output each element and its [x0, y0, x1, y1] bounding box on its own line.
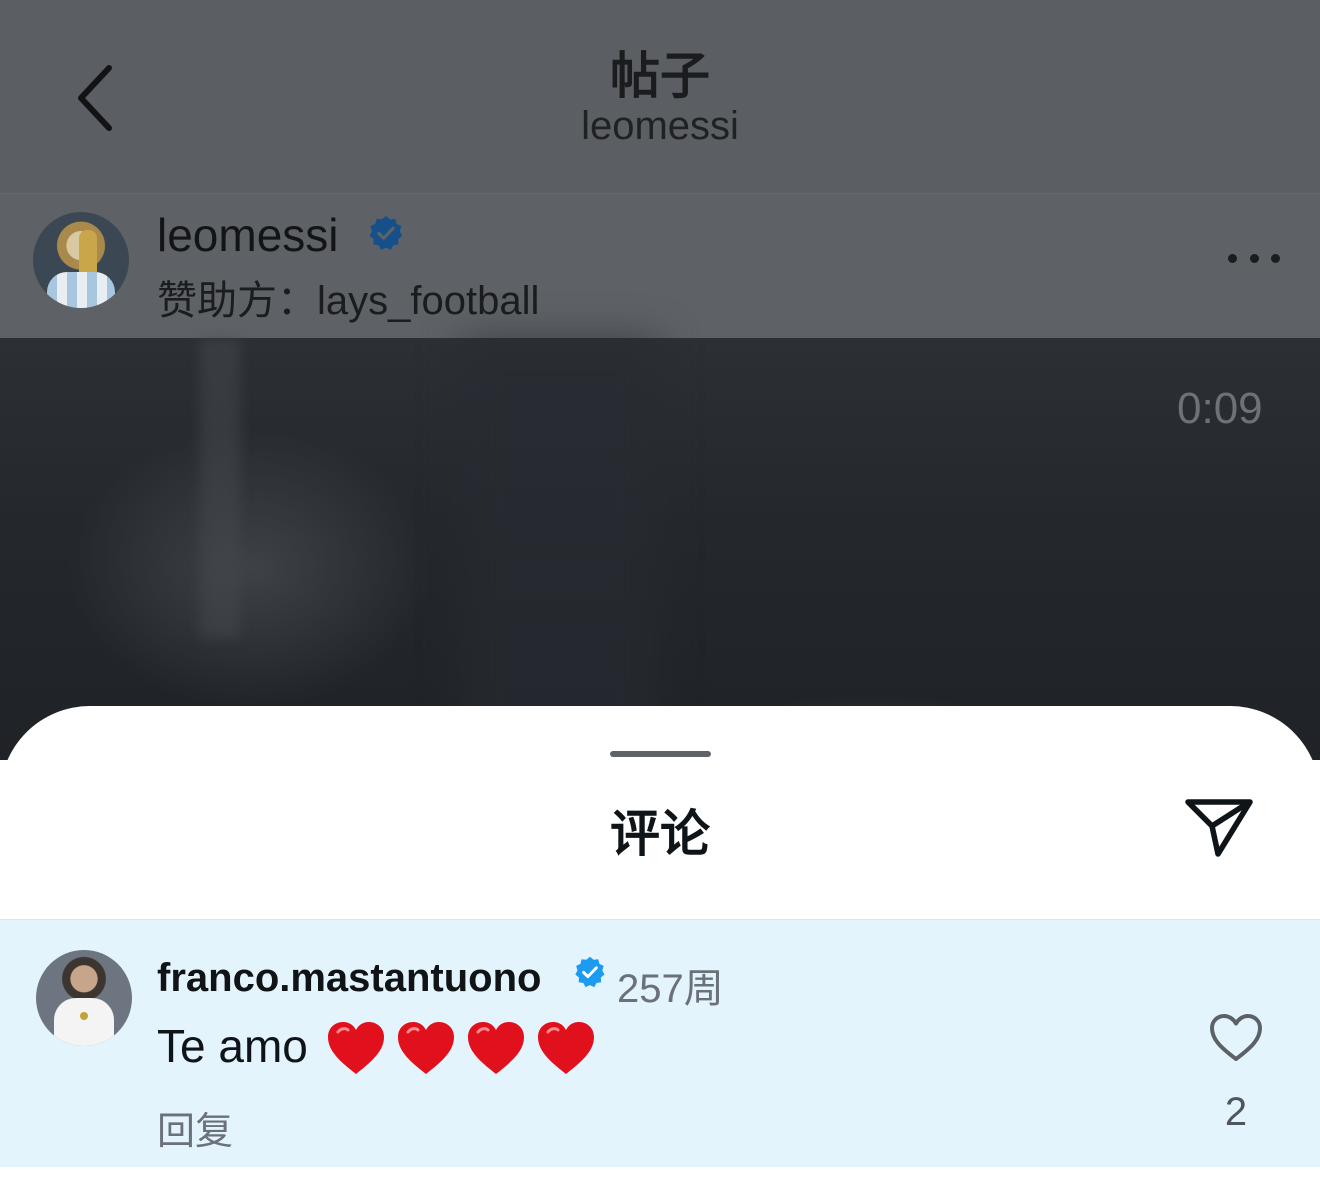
reply-button[interactable]: 回复	[157, 1100, 233, 1155]
red-heart-emoji	[398, 1022, 454, 1074]
avatar-shirt-detail	[47, 272, 115, 308]
sponsor-name[interactable]: lays_football	[317, 279, 539, 323]
sponsor-line: 赞助方：lays_football	[157, 268, 539, 326]
video-timer: 0:09	[1177, 384, 1263, 433]
comment-item[interactable]: franco.mastantuono 257周 Te amo 回复 2	[0, 919, 1320, 1167]
verified-badge-icon	[369, 215, 403, 250]
page-subtitle: leomessi	[581, 104, 739, 148]
comment-text: Te amo	[157, 1020, 308, 1072]
comments-title: 评论	[610, 805, 710, 863]
sheet-grabber[interactable]	[610, 751, 711, 757]
page-title: 帖子	[610, 47, 710, 105]
more-dots-icon	[1271, 253, 1280, 263]
sponsor-label: 赞助方：	[157, 278, 317, 324]
commenter-username[interactable]: franco.mastantuono	[157, 956, 541, 1001]
more-dots-icon	[1228, 253, 1237, 263]
comment-emoji-group	[326, 1020, 596, 1078]
more-dots-icon	[1249, 253, 1259, 263]
red-heart-emoji	[328, 1022, 384, 1074]
commenter-avatar[interactable]	[36, 950, 132, 1046]
comment-timestamp: 257周	[617, 967, 724, 1011]
red-heart-emoji	[538, 1022, 594, 1074]
more-options-button[interactable]	[1222, 241, 1286, 275]
share-button[interactable]	[1182, 792, 1256, 860]
verified-badge-icon	[575, 956, 605, 988]
navigation-bar: 帖子 leomessi	[0, 0, 1320, 193]
author-username[interactable]: leomessi	[157, 208, 339, 262]
send-icon	[1185, 799, 1253, 857]
heart-outline-icon	[1210, 1014, 1262, 1061]
comments-sheet: 评论 franco.mastantuono 257周 Te amo 回复 2	[0, 706, 1320, 1188]
post-page-backdrop: 帖子 leomessi leomessi 赞助方：lays_football 0…	[0, 0, 1320, 760]
author-avatar[interactable]	[33, 212, 129, 308]
avatar-trophy-detail	[79, 230, 97, 276]
avatar-kit-detail	[54, 998, 114, 1046]
red-heart-emoji	[468, 1022, 524, 1074]
like-count: 2	[1224, 1090, 1248, 1134]
like-button[interactable]	[1208, 1012, 1264, 1064]
post-video[interactable]	[0, 338, 1320, 760]
